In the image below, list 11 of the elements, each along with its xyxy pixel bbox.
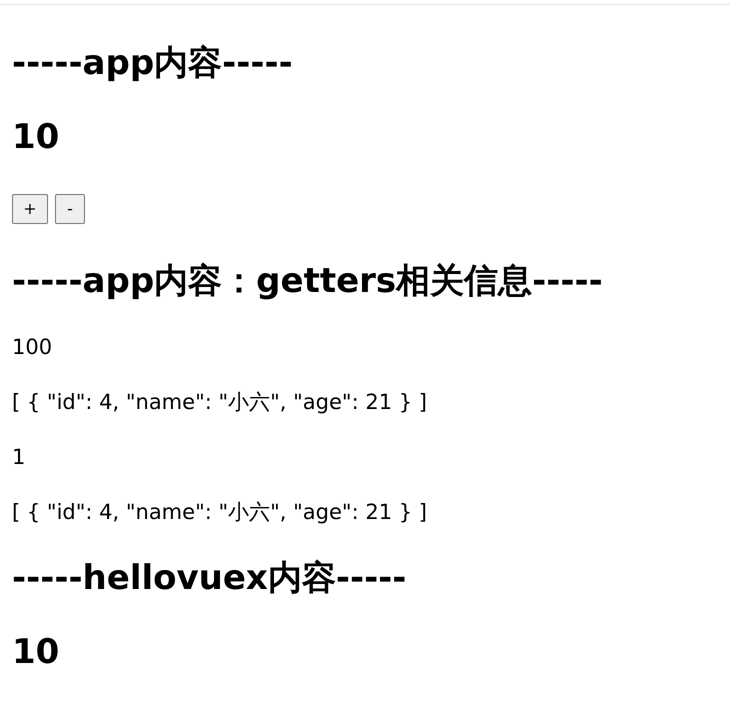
output-line: 1 (12, 444, 26, 471)
section-heading: -----app内容----- (12, 42, 293, 85)
section-heading: -----app内容：getters相关信息----- (12, 260, 603, 303)
output-line: 100 (12, 334, 52, 361)
decrement-button[interactable]: - (55, 194, 85, 224)
output-line: [ { "id": 4, "name": "小六", "age": 21 } ] (12, 499, 427, 526)
counter-value: 10 (12, 631, 60, 674)
output-line: [ { "id": 4, "name": "小六", "age": 21 } ] (12, 389, 427, 416)
counter-value: 10 (12, 116, 60, 159)
increment-button[interactable]: + (12, 194, 48, 224)
section-heading: -----hellovuex内容----- (12, 557, 406, 600)
